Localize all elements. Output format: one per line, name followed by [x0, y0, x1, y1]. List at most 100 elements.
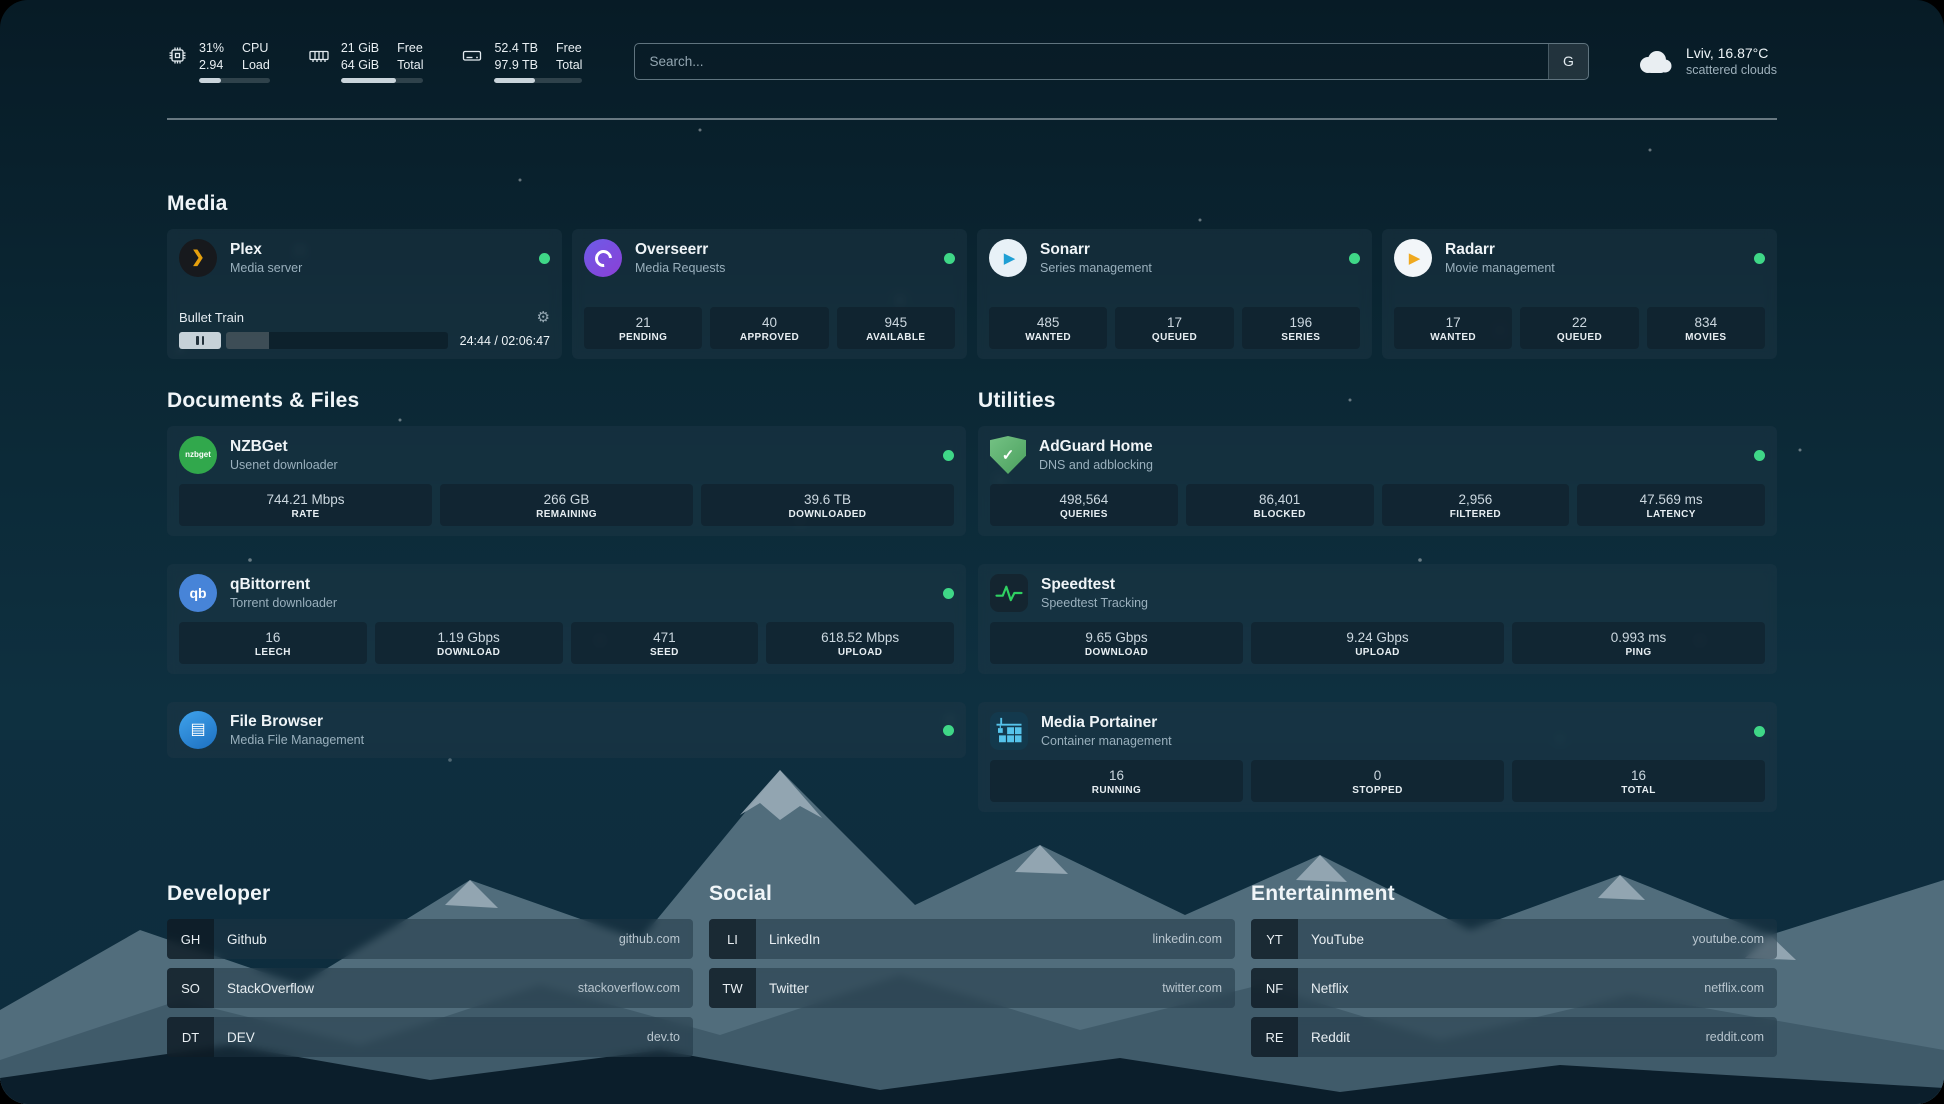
stat-downloaded: 39.6 TBDOWNLOADED [701, 484, 954, 526]
stat-upload: 618.52 MbpsUPLOAD [766, 622, 954, 664]
stat-total: 16TOTAL [1512, 760, 1765, 802]
radarr-icon: ▶ [1394, 239, 1432, 277]
status-dot [539, 253, 550, 264]
service-name: Plex [230, 240, 302, 260]
status-dot [1754, 726, 1765, 737]
weather-widget: Lviv, 16.87°C scattered clouds [1635, 44, 1777, 78]
service-card-adguard[interactable]: ✓ AdGuard Home DNS and adblocking 498,56… [978, 426, 1777, 536]
bookmark-name: DEV [227, 1030, 255, 1045]
service-card-portainer[interactable]: Media Portainer Container management 16R… [978, 702, 1777, 812]
bookmark-abbr: RE [1251, 1017, 1298, 1057]
stat-download: 9.65 GbpsDOWNLOAD [990, 622, 1243, 664]
bookmark-url: stackoverflow.com [578, 981, 680, 995]
service-card-overseerr[interactable]: Overseerr Media Requests 21PENDING 40APP… [572, 229, 967, 359]
section-title-entertainment: Entertainment [1251, 882, 1777, 906]
disk-total-label: Total [556, 57, 582, 74]
section-title-utilities: Utilities [978, 389, 1777, 413]
system-widgets: 31% CPU 2.94 Load [167, 40, 582, 83]
bookmarks-area: Developer GH Github github.com SO StackO… [167, 882, 1777, 1057]
service-card-qbittorrent[interactable]: qb qBittorrent Torrent downloader 16LEEC… [167, 564, 966, 674]
disk-icon [461, 45, 483, 66]
memory-total-label: Total [397, 57, 423, 74]
bookmark-name: Twitter [769, 981, 809, 996]
service-card-nzbget[interactable]: nzbget NZBGet Usenet downloader 744.21 M… [167, 426, 966, 536]
nzbget-icon: nzbget [179, 436, 217, 474]
disk-free-label: Free [556, 40, 582, 57]
bookmark-name: Netflix [1311, 981, 1349, 996]
dashboard-frame: 31% CPU 2.94 Load [0, 0, 1944, 1104]
utilities-section: Utilities ✓ AdGuard Home DNS and adblock… [978, 389, 1777, 812]
two-column-area: Documents & Files nzbget NZBGet Usenet d… [167, 389, 1777, 812]
stat-seed: 471SEED [571, 622, 759, 664]
playback-time: 24:44 / 02:06:47 [460, 334, 550, 348]
search-input[interactable] [634, 43, 1589, 80]
search-provider-button[interactable]: G [1548, 44, 1588, 79]
plex-icon: ❯ [179, 239, 217, 277]
stat-remaining: 266 GBREMAINING [440, 484, 693, 526]
section-title-documents: Documents & Files [167, 389, 966, 413]
service-description: Speedtest Tracking [1041, 595, 1148, 611]
bookmark-name: LinkedIn [769, 932, 820, 947]
service-name: Sonarr [1040, 240, 1152, 260]
seek-bar[interactable] [226, 332, 448, 349]
service-card-sonarr[interactable]: ▶ Sonarr Series management 485WANTED 17Q… [977, 229, 1372, 359]
bookmark-dev[interactable]: DT DEV dev.to [167, 1017, 693, 1057]
now-playing-title: Bullet Train [179, 310, 244, 325]
bookmark-url: dev.to [647, 1030, 680, 1044]
service-description: Usenet downloader [230, 457, 338, 473]
service-description: Torrent downloader [230, 595, 337, 611]
bookmark-abbr: DT [167, 1017, 214, 1057]
status-dot [1349, 253, 1360, 264]
bookmark-github[interactable]: GH Github github.com [167, 919, 693, 959]
bookmark-name: Reddit [1311, 1030, 1350, 1045]
portainer-crane-icon [990, 712, 1028, 750]
service-card-radarr[interactable]: ▶ Radarr Movie management 17WANTED 22QUE… [1382, 229, 1777, 359]
stat-series: 196SERIES [1242, 307, 1360, 349]
bookmark-abbr: SO [167, 968, 214, 1008]
cpu-widget: 31% CPU 2.94 Load [167, 40, 270, 83]
service-name: Radarr [1445, 240, 1555, 260]
memory-total-value: 64 GiB [341, 57, 379, 74]
service-name: Overseerr [635, 240, 725, 260]
bookmark-name: Github [227, 932, 267, 947]
bookmark-youtube[interactable]: YT YouTube youtube.com [1251, 919, 1777, 959]
memory-free-label: Free [397, 40, 423, 57]
adguard-shield-icon: ✓ [990, 436, 1026, 474]
stat-queued: 22QUEUED [1520, 307, 1638, 349]
service-description: Media Requests [635, 260, 725, 276]
qbittorrent-icon: qb [179, 574, 217, 612]
header-divider [167, 118, 1777, 120]
overseerr-icon [584, 239, 622, 277]
cpu-load-label: Load [242, 57, 270, 74]
seek-progress [226, 332, 269, 349]
pause-button[interactable] [179, 332, 221, 349]
bookmark-url: linkedin.com [1153, 932, 1222, 946]
bookmark-url: twitter.com [1162, 981, 1222, 995]
weather-location: Lviv, 16.87°C [1686, 44, 1777, 62]
memory-free-value: 21 GiB [341, 40, 379, 57]
stat-upload: 9.24 GbpsUPLOAD [1251, 622, 1504, 664]
bookmark-netflix[interactable]: NF Netflix netflix.com [1251, 968, 1777, 1008]
bookmark-url: github.com [619, 932, 680, 946]
stat-running: 16RUNNING [990, 760, 1243, 802]
stat-approved: 40APPROVED [710, 307, 828, 349]
bookmark-linkedin[interactable]: LI LinkedIn linkedin.com [709, 919, 1235, 959]
plex-now-playing: Bullet Train ⚙ 24:44 / 02:06:47 [179, 310, 550, 349]
bookmark-abbr: TW [709, 968, 756, 1008]
weather-condition: scattered clouds [1686, 62, 1777, 78]
stat-available: 945AVAILABLE [837, 307, 955, 349]
memory-progress-bar [341, 78, 424, 83]
service-card-plex[interactable]: ❯ Plex Media server Bullet Train ⚙ [167, 229, 562, 359]
bookmark-reddit[interactable]: RE Reddit reddit.com [1251, 1017, 1777, 1057]
service-description: Movie management [1445, 260, 1555, 276]
bookmark-group-entertainment: Entertainment YT YouTube youtube.com NF … [1251, 882, 1777, 1057]
bookmark-stackoverflow[interactable]: SO StackOverflow stackoverflow.com [167, 968, 693, 1008]
status-dot [944, 253, 955, 264]
bookmark-twitter[interactable]: TW Twitter twitter.com [709, 968, 1235, 1008]
sonarr-icon: ▶ [989, 239, 1027, 277]
gear-icon[interactable]: ⚙ [537, 310, 550, 325]
cpu-usage-value: 31% [199, 40, 224, 57]
service-card-filebrowser[interactable]: ▤ File Browser Media File Management [167, 702, 966, 758]
service-card-speedtest[interactable]: Speedtest Speedtest Tracking 9.65 GbpsDO… [978, 564, 1777, 674]
section-title-social: Social [709, 882, 1235, 906]
